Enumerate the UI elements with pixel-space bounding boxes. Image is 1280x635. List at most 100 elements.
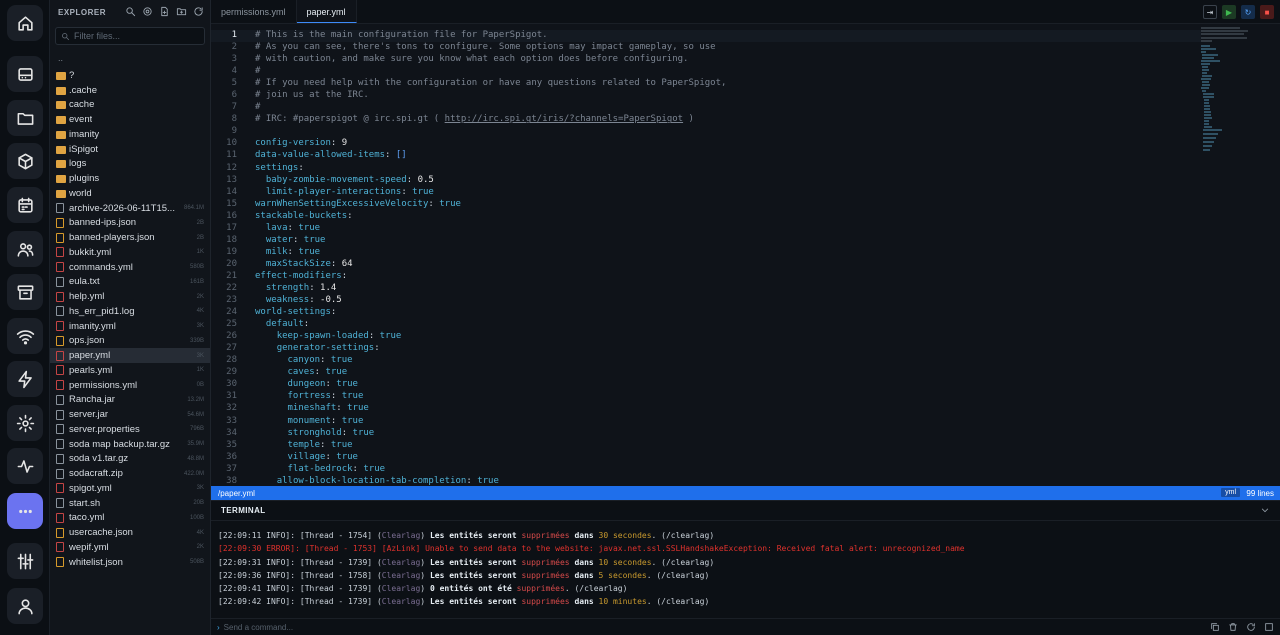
code-line[interactable]: 8 # IRC: #paperspigot @ irc.spi.gt ( http… <box>211 114 1201 126</box>
file-item[interactable]: banned-players.json 2B <box>50 230 210 245</box>
gear-icon[interactable] <box>7 405 43 441</box>
code-line[interactable]: 24 world-settings: <box>211 307 1201 319</box>
code-line[interactable]: 18 water: true <box>211 235 1201 247</box>
file-item[interactable]: server.properties 796B <box>50 422 210 437</box>
folder-item[interactable]: plugins <box>50 171 210 186</box>
file-item[interactable]: commands.yml 580B <box>50 260 210 275</box>
folder-item[interactable]: imanity <box>50 127 210 142</box>
file-item[interactable]: start.sh 20B <box>50 496 210 511</box>
file-item[interactable]: wepif.yml 2K <box>50 540 210 555</box>
file-item[interactable]: sodacraft.zip 422.0M <box>50 466 210 481</box>
code-line[interactable]: 12 settings: <box>211 163 1201 175</box>
file-item[interactable]: spigot.yml 3K <box>50 481 210 496</box>
code-line[interactable]: 19 milk: true <box>211 247 1201 259</box>
users-icon[interactable] <box>7 231 43 267</box>
new-folder-icon[interactable] <box>176 6 187 17</box>
file-item[interactable]: soda v1.tar.gz 48.8M <box>50 452 210 467</box>
code-line[interactable]: 21 effect-modifiers: <box>211 271 1201 283</box>
file-item[interactable]: pearls.yml 1K <box>50 363 210 378</box>
run-icon[interactable]: ▶ <box>1222 5 1236 19</box>
code-line[interactable]: 22 strength: 1.4 <box>211 283 1201 295</box>
code-line[interactable]: 26 keep-spawn-loaded: true <box>211 331 1201 343</box>
code-line[interactable]: 23 weakness: -0.5 <box>211 295 1201 307</box>
code-line[interactable]: 30 dungeon: true <box>211 379 1201 391</box>
folder-item[interactable]: event <box>50 112 210 127</box>
file-item[interactable]: paper.yml 3K <box>50 348 210 363</box>
file-item[interactable]: server.jar 54.6M <box>50 407 210 422</box>
box-icon[interactable] <box>7 143 43 179</box>
code-line[interactable]: 33 monument: true <box>211 416 1201 428</box>
copy-icon[interactable] <box>1210 622 1220 634</box>
code-line[interactable]: 10 config-version: 9 <box>211 138 1201 150</box>
expand-icon[interactable] <box>1264 622 1274 634</box>
code-line[interactable]: 15 warnWhenSettingExcessiveVelocity: true <box>211 199 1201 211</box>
status-language[interactable]: yml <box>1221 488 1240 497</box>
code-line[interactable]: 20 maxStackSize: 64 <box>211 259 1201 271</box>
search-icon[interactable] <box>125 6 136 17</box>
tab-paper-yml[interactable]: paper.yml <box>296 0 357 23</box>
exit-icon[interactable]: ⇥ <box>1203 5 1217 19</box>
refresh-icon[interactable] <box>193 6 204 17</box>
code-line[interactable]: 17 lava: true <box>211 223 1201 235</box>
folder-item[interactable]: ? <box>50 68 210 83</box>
folder-item[interactable]: cache <box>50 98 210 113</box>
trash-icon[interactable] <box>1228 622 1238 634</box>
restart-icon[interactable]: ↻ <box>1241 5 1255 19</box>
minimap[interactable] <box>1200 26 1250 156</box>
code-line[interactable]: 4 # <box>211 66 1201 78</box>
file-item[interactable]: imanity.yml 3K <box>50 319 210 334</box>
activity-icon[interactable] <box>7 448 43 484</box>
terminal-tab[interactable]: TERMINAL <box>211 501 1280 521</box>
new-file-icon[interactable] <box>159 6 170 17</box>
folder-item[interactable]: world <box>50 186 210 201</box>
file-item[interactable]: archive-2026-06-11T15... 864.1M <box>50 201 210 216</box>
file-item[interactable]: taco.yml 100B <box>50 511 210 526</box>
sliders-icon[interactable] <box>7 543 43 579</box>
calendar-icon[interactable] <box>7 187 43 223</box>
code-line[interactable]: 3 # with caution, and make sure you know … <box>211 54 1201 66</box>
file-item[interactable]: ops.json 339B <box>50 334 210 349</box>
code-line[interactable]: 9 <box>211 126 1201 138</box>
file-item[interactable]: hs_err_pid1.log 4K <box>50 304 210 319</box>
code-line[interactable]: 7 # <box>211 102 1201 114</box>
code-line[interactable]: 11 data-value-allowed-items: [] <box>211 150 1201 162</box>
folder-item[interactable]: iSpigot <box>50 142 210 157</box>
code-line[interactable]: 36 village: true <box>211 452 1201 464</box>
file-item[interactable]: soda map backup.tar.gz 35.9M <box>50 437 210 452</box>
command-input[interactable]: › Send a command... <box>211 618 1280 635</box>
code-line[interactable]: 27 generator-settings: <box>211 343 1201 355</box>
folder-icon[interactable] <box>7 100 43 136</box>
chevron-down-icon[interactable] <box>1260 505 1270 515</box>
bolt-icon[interactable] <box>7 361 43 397</box>
code-line[interactable]: 16 stackable-buckets: <box>211 211 1201 223</box>
user-icon[interactable] <box>7 588 43 624</box>
file-item[interactable]: eula.txt 161B <box>50 275 210 290</box>
code-area[interactable]: 1 # This is the main configuration file f… <box>211 30 1201 486</box>
archive-icon[interactable] <box>7 274 43 310</box>
filter-files-input[interactable]: Filter files... <box>55 27 205 45</box>
gear-icon[interactable] <box>142 6 153 17</box>
file-item[interactable]: Rancha.jar 13.2M <box>50 393 210 408</box>
folder-item[interactable]: .cache <box>50 83 210 98</box>
file-item[interactable]: bukkit.yml 1K <box>50 245 210 260</box>
code-line[interactable]: 5 # If you need help with the configurati… <box>211 78 1201 90</box>
code-line[interactable]: 37 flat-bedrock: true <box>211 464 1201 476</box>
refresh-icon[interactable] <box>1246 622 1256 634</box>
tab-permissions-yml[interactable]: permissions.yml <box>211 0 297 23</box>
code-line[interactable]: 14 limit-player-interactions: true <box>211 187 1201 199</box>
code-line[interactable]: 13 baby-zombie-movement-speed: 0.5 <box>211 175 1201 187</box>
code-line[interactable]: 28 canyon: true <box>211 355 1201 367</box>
stop-icon[interactable]: ■ <box>1260 5 1274 19</box>
file-item[interactable]: whitelist.json 508B <box>50 555 210 570</box>
code-line[interactable]: 6 # join us at the IRC. <box>211 90 1201 102</box>
file-item[interactable]: banned-ips.json 2B <box>50 216 210 231</box>
parent-directory[interactable]: .. <box>50 51 210 67</box>
home-icon[interactable] <box>7 5 43 41</box>
folder-item[interactable]: logs <box>50 157 210 172</box>
more-icon[interactable] <box>7 493 43 529</box>
code-line[interactable]: 29 caves: true <box>211 367 1201 379</box>
code-line[interactable]: 31 fortress: true <box>211 391 1201 403</box>
code-line[interactable]: 2 # As you can see, there's tons to confi… <box>211 42 1201 54</box>
code-line[interactable]: 34 stronghold: true <box>211 428 1201 440</box>
code-line[interactable]: 38 allow-block-location-tab-completion: … <box>211 476 1201 486</box>
